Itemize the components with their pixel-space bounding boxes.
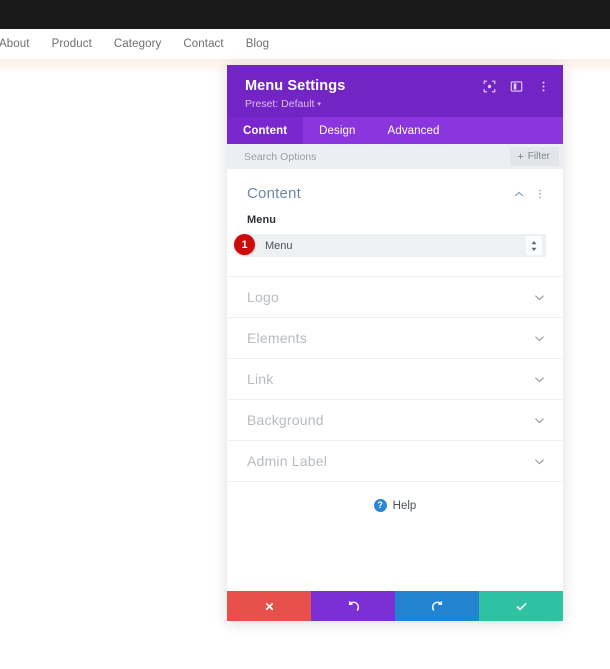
section-link[interactable]: Link (227, 358, 563, 399)
section-logo-title: Logo (247, 289, 533, 305)
menu-field-label: Menu (247, 214, 546, 226)
menu-select[interactable]: Menu (247, 234, 546, 257)
close-button[interactable] (227, 591, 311, 621)
chevron-down-icon[interactable] (533, 455, 546, 468)
chevron-down-icon[interactable] (533, 373, 546, 386)
preset-selector[interactable]: Preset: Default ▾ (245, 98, 545, 112)
section-logo[interactable]: Logo (227, 276, 563, 317)
undo-button[interactable] (311, 591, 395, 621)
menu-select-row: 1 Menu (247, 234, 546, 257)
chevron-up-icon[interactable] (512, 187, 526, 201)
modal-header: Menu Settings Preset: Default ▾ (227, 65, 563, 117)
section-link-title: Link (247, 371, 533, 387)
help-icon: ? (374, 499, 387, 512)
fullscreen-icon[interactable] (482, 79, 497, 94)
section-content-title: Content (247, 185, 505, 202)
search-input[interactable] (244, 151, 510, 163)
preset-label: Preset: Default (245, 98, 314, 110)
chevron-down-icon[interactable] (533, 332, 546, 345)
menu-field-block: Menu 1 Menu (227, 210, 563, 257)
chevron-down-icon[interactable] (533, 291, 546, 304)
check-icon (515, 600, 528, 613)
chevron-down-icon: ▾ (317, 101, 321, 108)
section-admin-label-title: Admin Label (247, 453, 533, 469)
tab-design[interactable]: Design (303, 117, 371, 144)
section-admin-label[interactable]: Admin Label (227, 440, 563, 481)
redo-icon (431, 600, 444, 613)
modal-tabs: Content Design Advanced (227, 117, 563, 144)
plus-icon: + (517, 152, 523, 162)
stepper-arrows-icon[interactable] (526, 236, 542, 255)
redo-button[interactable] (395, 591, 479, 621)
section-content: Content Menu (227, 169, 563, 276)
section-elements-title: Elements (247, 330, 533, 346)
chevron-down-icon[interactable] (533, 414, 546, 427)
section-background[interactable]: Background (227, 399, 563, 440)
more-vertical-icon[interactable] (536, 79, 551, 94)
modal-header-icons (482, 79, 551, 94)
page-root: About Product Category Contact Blog Menu… (0, 0, 610, 669)
menu-select-value: Menu (265, 240, 526, 252)
tab-advanced[interactable]: Advanced (372, 117, 456, 144)
section-background-title: Background (247, 412, 533, 428)
filter-button[interactable]: + Filter (510, 147, 559, 166)
nav-item-contact[interactable]: Contact (183, 38, 223, 50)
site-top-bar (0, 0, 610, 29)
section-spacer (227, 257, 563, 276)
tab-content[interactable]: Content (227, 117, 303, 144)
help-link[interactable]: ? Help (227, 481, 563, 512)
undo-icon (347, 600, 360, 613)
modal-body: Content Menu (227, 169, 563, 591)
layout-panel-icon[interactable] (509, 79, 524, 94)
help-label: Help (393, 500, 417, 512)
site-navigation: About Product Category Contact Blog (0, 29, 610, 59)
menu-settings-modal: Menu Settings Preset: Default ▾ (227, 65, 563, 621)
search-bar: + Filter (227, 144, 563, 169)
nav-item-product[interactable]: Product (52, 38, 92, 50)
status-badge: 1 (234, 234, 255, 255)
section-content-header[interactable]: Content (227, 169, 563, 210)
nav-item-category[interactable]: Category (114, 38, 161, 50)
modal-footer (227, 591, 563, 621)
nav-item-blog[interactable]: Blog (246, 38, 269, 50)
close-icon (264, 601, 275, 612)
filter-button-label: Filter (528, 151, 550, 162)
nav-item-about[interactable]: About (0, 38, 30, 50)
more-vertical-icon[interactable] (533, 187, 547, 201)
save-button[interactable] (479, 591, 563, 621)
section-elements[interactable]: Elements (227, 317, 563, 358)
